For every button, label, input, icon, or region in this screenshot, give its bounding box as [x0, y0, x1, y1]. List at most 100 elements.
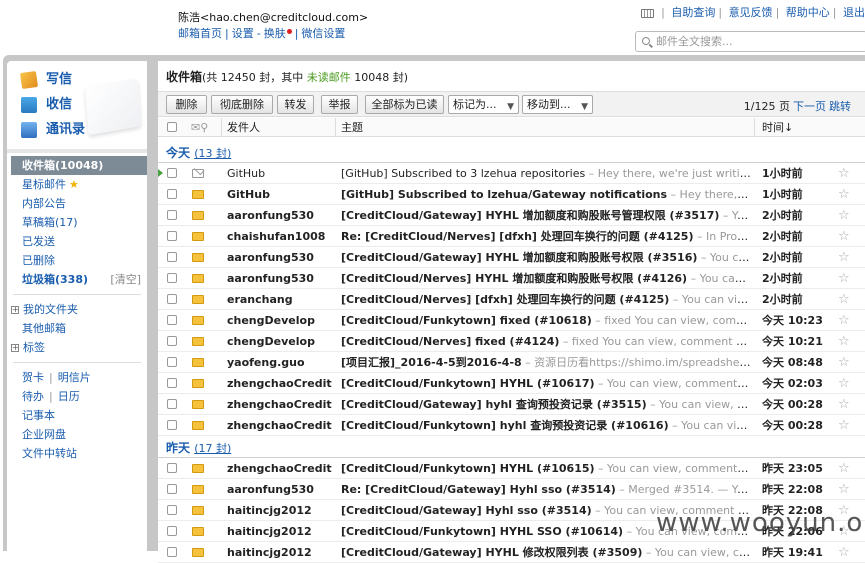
row-checkbox[interactable] — [167, 505, 177, 515]
row-checkbox[interactable] — [167, 168, 177, 178]
row-checkbox[interactable] — [167, 315, 177, 325]
mail-row[interactable]: chengDevelop [CreditCloud/Nerves] fixed (… — [158, 331, 865, 352]
select-all-checkbox[interactable] — [167, 122, 177, 132]
row-checkbox[interactable] — [167, 357, 177, 367]
mark-all-read-button[interactable]: 全部标为已读 — [365, 95, 444, 114]
row-checkbox[interactable] — [167, 420, 177, 430]
star-outline-icon[interactable]: ☆ — [838, 542, 850, 563]
mail-row[interactable]: aaronfung530 Re: [CreditCloud/Gateway] Hy… — [158, 479, 865, 500]
forward-button[interactable]: 转发 — [277, 95, 314, 114]
sidebar-item-other-mailboxes[interactable]: 其他邮箱 — [7, 319, 147, 338]
tool-todo[interactable]: 待办 — [22, 390, 44, 403]
mail-row[interactable]: haitincjg2012 [CreditCloud/Gateway] HYHL … — [158, 542, 865, 563]
sidebar-item-spam[interactable]: 垃圾箱(338) [清空] — [7, 270, 147, 289]
mail-row[interactable]: zhengchaoCredit [CreditCloud/Funkytown] h… — [158, 415, 865, 436]
star-outline-icon[interactable]: ☆ — [838, 458, 850, 479]
mail-row[interactable]: chengDevelop [CreditCloud/Funkytown] fixe… — [158, 310, 865, 331]
tool-notepad[interactable]: 记事本 — [7, 406, 147, 425]
link-mail-home[interactable]: 邮箱首页 — [178, 27, 222, 40]
mail-row[interactable]: zhengchaoCredit [CreditCloud/Funkytown] H… — [158, 458, 865, 479]
row-checkbox[interactable] — [167, 547, 177, 557]
tool-netdisk[interactable]: 企业网盘 — [7, 425, 147, 444]
sidebar-item-starred[interactable]: 星标邮件 ★ — [7, 175, 147, 194]
delete-permanently-button[interactable]: 彻底删除 — [211, 95, 273, 114]
mail-row[interactable]: GitHub [GitHub] Subscribed to 3 lzehua re… — [158, 163, 865, 184]
star-outline-icon[interactable]: ☆ — [838, 247, 850, 268]
sidebar-item-sent[interactable]: 已发送 — [7, 232, 147, 251]
row-checkbox[interactable] — [167, 294, 177, 304]
sidebar-item-deleted[interactable]: 已删除 — [7, 251, 147, 270]
group-count-link[interactable]: (13 封) — [194, 147, 231, 160]
star-outline-icon[interactable]: ☆ — [838, 163, 850, 184]
tool-greeting-card[interactable]: 贺卡 — [22, 371, 44, 384]
star-outline-icon[interactable]: ☆ — [838, 289, 850, 310]
row-checkbox[interactable] — [167, 399, 177, 409]
star-outline-icon[interactable]: ☆ — [838, 331, 850, 352]
row-checkbox[interactable] — [167, 231, 177, 241]
sidebar-item-drafts[interactable]: 草稿箱(17) — [7, 213, 147, 232]
star-outline-icon[interactable]: ☆ — [838, 352, 850, 373]
star-outline-icon[interactable]: ☆ — [838, 268, 850, 289]
col-subject[interactable]: 主题 — [341, 118, 363, 137]
move-to-select[interactable]: 移动到... ▼ — [522, 95, 593, 114]
row-checkbox[interactable] — [167, 252, 177, 262]
star-outline-icon[interactable]: ☆ — [838, 394, 850, 415]
star-outline-icon[interactable]: ☆ — [838, 479, 850, 500]
link-skin[interactable]: 换肤 — [264, 27, 286, 40]
unread-link[interactable]: 未读邮件 — [307, 71, 351, 84]
search-input[interactable]: 邮件全文搜索... — [635, 31, 865, 52]
link-self-query[interactable]: 自助查询 — [671, 6, 715, 19]
mail-row[interactable]: yaofeng.guo [项目汇报]_2016-4-5到2016-4-8 – 资源… — [158, 352, 865, 373]
report-button[interactable]: 举报 — [321, 95, 358, 114]
mail-row[interactable]: chaishufan1008 Re: [CreditCloud/Nerves] [… — [158, 226, 865, 247]
keyboard-icon[interactable] — [641, 8, 655, 18]
mail-row[interactable]: aaronfung530 [CreditCloud/Gateway] HYHL 增… — [158, 247, 865, 268]
star-outline-icon[interactable]: ☆ — [838, 310, 850, 331]
group-count-link[interactable]: (17 封) — [194, 442, 231, 455]
row-checkbox[interactable] — [167, 189, 177, 199]
sidebar-item-announcements[interactable]: 内部公告 — [7, 194, 147, 213]
link-settings[interactable]: 设置 — [232, 27, 254, 40]
expand-icon[interactable]: + — [11, 306, 19, 314]
row-checkbox[interactable] — [167, 526, 177, 536]
expand-icon[interactable]: + — [11, 344, 19, 352]
tool-file-transfer[interactable]: 文件中转站 — [7, 444, 147, 463]
mail-row[interactable]: aaronfung530 [CreditCloud/Nerves] HYHL 增加… — [158, 268, 865, 289]
mail-row[interactable]: eranchang [CreditCloud/Nerves] [dfxh] 处理回… — [158, 289, 865, 310]
col-time[interactable]: 时间↓ — [762, 118, 793, 137]
mail-subject-text: [CreditCloud/Gateway] HYHL 增加额度和购股账号管理权限… — [341, 209, 720, 222]
col-from[interactable]: 发件人 — [227, 118, 260, 137]
row-checkbox[interactable] — [167, 463, 177, 473]
star-outline-icon[interactable]: ☆ — [838, 184, 850, 205]
mail-row[interactable]: zhengchaoCredit [CreditCloud/Funkytown] H… — [158, 373, 865, 394]
envelope-icon — [192, 464, 204, 473]
jump-link[interactable]: 跳转 — [829, 100, 851, 113]
link-logout[interactable]: 退出 — [843, 6, 865, 19]
delete-button[interactable]: 删除 — [166, 95, 207, 114]
row-checkbox[interactable] — [167, 273, 177, 283]
row-checkbox[interactable] — [167, 484, 177, 494]
row-checkbox[interactable] — [167, 336, 177, 346]
envelope-icon — [192, 421, 204, 430]
sidebar-item-tags[interactable]: + 标签 — [7, 338, 147, 357]
link-feedback[interactable]: 意见反馈 — [729, 6, 773, 19]
next-page-link[interactable]: 下一页 — [793, 100, 826, 113]
mark-as-select[interactable]: 标记为... ▼ — [448, 95, 519, 114]
empty-spam-link[interactable]: [清空] — [110, 270, 141, 289]
row-checkbox[interactable] — [167, 378, 177, 388]
mail-row[interactable]: aaronfung530 [CreditCloud/Gateway] HYHL 增… — [158, 205, 865, 226]
mail-row[interactable]: GitHub [GitHub] Subscribed to lzehua/Gate… — [158, 184, 865, 205]
tool-calendar[interactable]: 日历 — [58, 390, 80, 403]
star-outline-icon[interactable]: ☆ — [838, 415, 850, 436]
star-outline-icon[interactable]: ☆ — [838, 373, 850, 394]
row-checkbox[interactable] — [167, 210, 177, 220]
download-icon — [21, 96, 37, 113]
mail-row[interactable]: zhengchaoCredit [CreditCloud/Gateway] hyh… — [158, 394, 865, 415]
link-help[interactable]: 帮助中心 — [786, 6, 830, 19]
link-wechat-settings[interactable]: 微信设置 — [301, 27, 345, 40]
sidebar-item-my-folders[interactable]: + 我的文件夹 — [7, 300, 147, 319]
star-outline-icon[interactable]: ☆ — [838, 205, 850, 226]
sidebar-item-inbox[interactable]: 收件箱(10048) — [11, 156, 147, 175]
tool-postcard[interactable]: 明信片 — [58, 371, 91, 384]
star-outline-icon[interactable]: ☆ — [838, 226, 850, 247]
